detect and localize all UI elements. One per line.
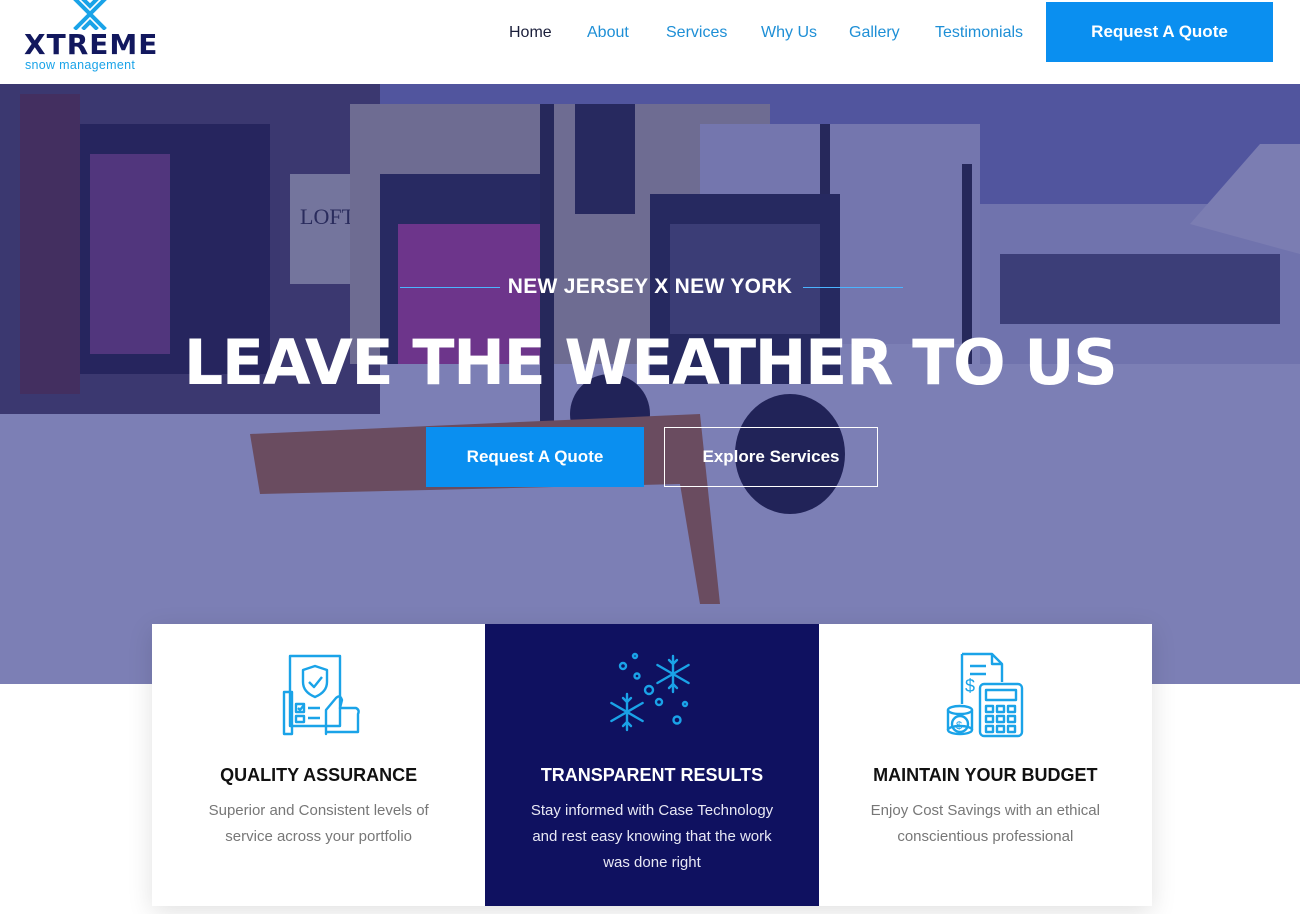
feature-text: Stay informed with Case Technology and r… [530, 802, 774, 871]
feature-card-transparent: TRANSPARENT RESULTS Stay informed with C… [485, 624, 819, 906]
hero-explore-services-button[interactable]: Explore Services [664, 427, 878, 487]
hero-request-quote-button[interactable]: Request A Quote [426, 427, 644, 487]
nav-gallery[interactable]: Gallery [849, 22, 900, 44]
feature-title: TRANSPARENT RESULTS [540, 765, 764, 785]
site-logo[interactable]: XTREME snow management [24, 0, 164, 76]
quality-assurance-icon [282, 654, 360, 736]
budget-calculator-icon: $ $ [947, 652, 1024, 738]
nav-services[interactable]: Services [666, 22, 727, 44]
svg-text:$: $ [965, 676, 975, 696]
kicker-line-right [803, 287, 903, 288]
svg-text:$: $ [956, 720, 962, 732]
logo-wordmark: XTREME [24, 28, 159, 61]
nav-about[interactable]: About [587, 22, 629, 44]
feature-title: MAINTAIN YOUR BUDGET [873, 765, 1098, 785]
feature-card-budget: $ $ MAINTAIN YOUR BUDGET Enjoy Cost Savi… [818, 624, 1152, 906]
feature-text: Enjoy Cost Savings with an ethical consc… [870, 802, 1100, 845]
features-row: QUALITY ASSURANCE Superior and Consisten… [152, 624, 1152, 906]
feature-card-quality: QUALITY ASSURANCE Superior and Consisten… [152, 624, 486, 906]
header-request-quote-button[interactable]: Request A Quote [1046, 2, 1273, 62]
nav-testimonials[interactable]: Testimonials [935, 22, 1023, 44]
snowflakes-icon [610, 652, 690, 732]
site-header: XTREME snow management Home About Servic… [0, 0, 1300, 84]
hero-section: LOFT NEW JERSEY X NEW YORK LEAVE THE WEA… [0, 84, 1300, 684]
hero-headline: LEAVE THE WEATHER TO US [183, 326, 1118, 399]
logo-tagline: snow management [25, 58, 136, 72]
snowflake-logo-icon [73, 0, 107, 30]
nav-home[interactable]: Home [509, 22, 552, 44]
nav-why-us[interactable]: Why Us [761, 22, 817, 44]
feature-title: QUALITY ASSURANCE [220, 765, 418, 785]
hero-kicker: NEW JERSEY X NEW YORK [507, 275, 793, 298]
feature-text: Superior and Consistent levels of servic… [208, 802, 429, 845]
